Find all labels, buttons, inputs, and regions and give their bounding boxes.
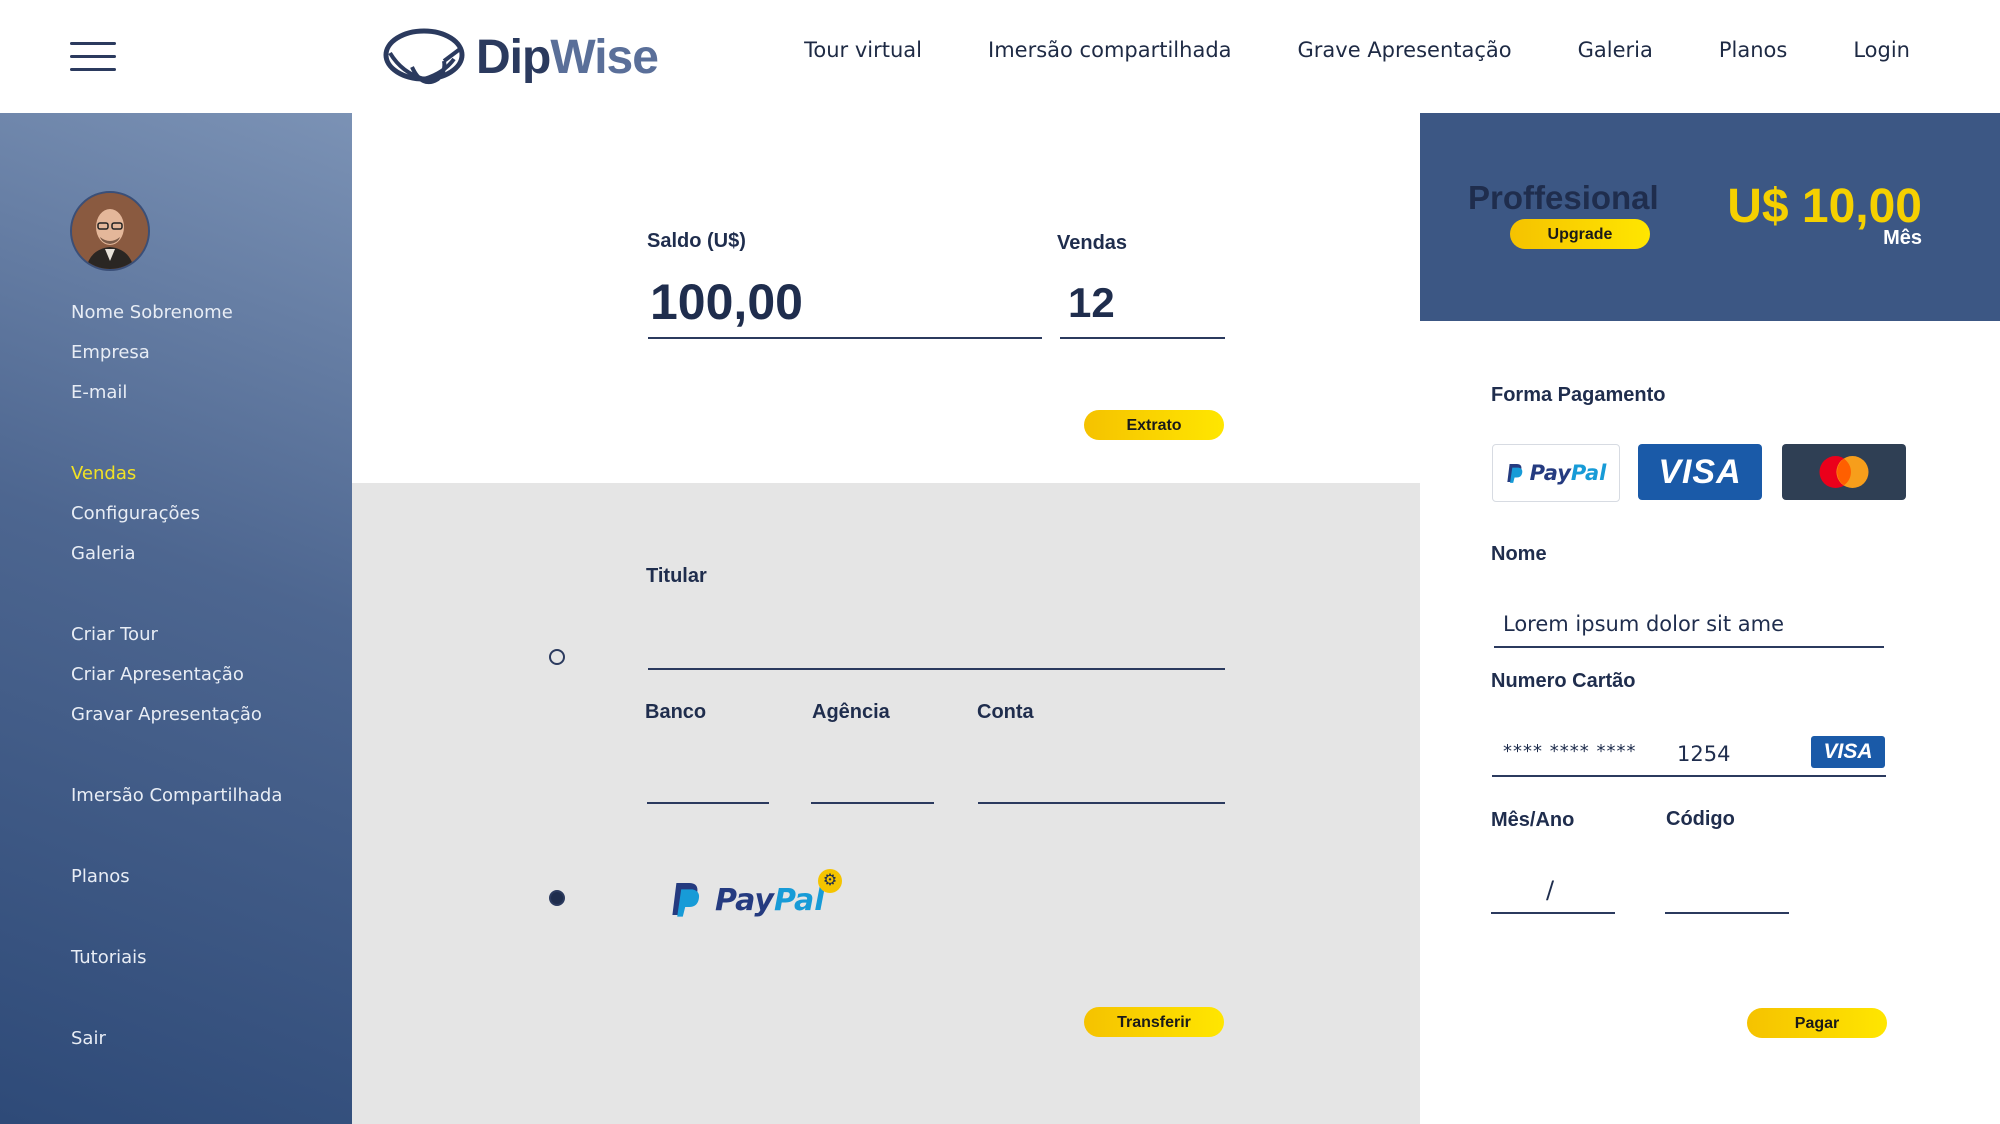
bank-input[interactable] [647, 802, 769, 804]
card-number-input[interactable] [1492, 775, 1886, 777]
agency-input[interactable] [811, 802, 934, 804]
nav-grave-apresentacao[interactable]: Grave Apresentação [1298, 38, 1512, 62]
name-input[interactable] [1494, 646, 1884, 648]
plan-period: Mês [1883, 227, 1922, 249]
avatar-photo [72, 193, 148, 269]
pay-button[interactable]: Pagar [1747, 1008, 1887, 1038]
logo-wordmark: DipWise [476, 30, 659, 85]
balance-label: Saldo (U$) [647, 230, 746, 252]
account-input[interactable] [978, 802, 1225, 804]
sidebar-item-tutoriais[interactable]: Tutoriais [71, 947, 147, 968]
sales-label: Vendas [1057, 232, 1128, 254]
expiry-separator: / [1546, 876, 1555, 904]
sidebar-item-criar-apresentacao[interactable]: Criar Apresentação [71, 664, 244, 685]
card-number-mask[interactable]: **** **** **** [1503, 741, 1636, 762]
transfer-panel: Titular Banco Agência Conta PayPal ⚙ Tra… [352, 483, 1420, 1124]
paypal-wordmark: PayPal [715, 883, 825, 918]
sales-value: 12 [1068, 279, 1115, 326]
balance-panel: Saldo (U$) 100,00 Vendas 12 Extrato [352, 113, 1420, 483]
bank-transfer-radio[interactable] [549, 649, 565, 665]
bank-label: Banco [645, 701, 707, 723]
sidebar-item-planos[interactable]: Planos [71, 866, 130, 887]
card-number-last4[interactable]: 1254 [1677, 742, 1730, 766]
holder-label: Titular [646, 565, 707, 587]
mastercard-method-button[interactable] [1782, 444, 1906, 500]
paypal-icon [672, 883, 700, 917]
nav-imersao-compartilhada[interactable]: Imersão compartilhada [988, 38, 1232, 62]
security-code-input[interactable] [1665, 912, 1789, 914]
holder-input[interactable] [648, 668, 1225, 670]
top-header: DipWise Tour virtual Imersão compartilha… [0, 0, 2000, 114]
profile-email: E-mail [71, 382, 128, 403]
logo-dip-text: Dip [476, 30, 551, 84]
plan-name: Proffesional [1468, 179, 1659, 216]
extrato-button[interactable]: Extrato [1084, 410, 1224, 440]
paypal-method-label: PayPal [1529, 461, 1607, 485]
profile-company: Empresa [71, 342, 150, 363]
balance-value: 100,00 [650, 274, 803, 330]
expiry-label: Mês/Ano [1491, 809, 1575, 831]
balance-underline [648, 337, 1042, 339]
sidebar-item-sair[interactable]: Sair [71, 1028, 106, 1049]
plan-price: U$ 10,00 [1727, 180, 1922, 233]
transfer-button[interactable]: Transferir [1084, 1007, 1224, 1037]
sidebar-item-criar-tour[interactable]: Criar Tour [71, 624, 158, 645]
logo-wise-text: Wise [550, 30, 659, 84]
mastercard-icon [1819, 455, 1869, 489]
sidebar-item-imersao-compartilhada[interactable]: Imersão Compartilhada [71, 785, 282, 806]
visa-method-button[interactable]: VISA [1638, 444, 1762, 500]
sidebar-item-vendas[interactable]: Vendas [71, 463, 136, 484]
payment-method-label: Forma Pagamento [1491, 384, 1666, 406]
nav-login[interactable]: Login [1853, 38, 1910, 62]
sidebar-item-configuracoes[interactable]: Configurações [71, 503, 200, 524]
settings-gear-icon[interactable]: ⚙ [818, 869, 842, 893]
paypal-radio[interactable] [549, 890, 565, 906]
profile-name: Nome Sobrenome [71, 302, 233, 323]
nav-planos[interactable]: Planos [1719, 38, 1787, 62]
account-label: Conta [977, 701, 1034, 723]
expiry-input[interactable] [1491, 912, 1615, 914]
name-label: Nome [1491, 543, 1547, 565]
logo-icon [383, 28, 465, 84]
paypal-small-icon [1507, 464, 1523, 483]
top-nav: Tour virtual Imersão compartilhada Grave… [738, 38, 1910, 62]
name-input-value[interactable]: Lorem ipsum dolor sit ame [1503, 612, 1784, 636]
payment-form: Forma Pagamento PayPal VISA Nome Lorem i… [1420, 321, 2000, 1124]
menu-icon[interactable] [70, 42, 116, 72]
avatar[interactable] [70, 191, 150, 271]
sidebar: Nome Sobrenome Empresa E-mail Vendas Con… [0, 113, 352, 1124]
paypal-option-logo[interactable]: PayPal ⚙ [670, 869, 842, 925]
plan-band: Proffesional Upgrade U$ 10,00 Mês [1420, 113, 2000, 321]
agency-label: Agência [812, 701, 890, 723]
sidebar-item-gravar-apresentacao[interactable]: Gravar Apresentação [71, 704, 262, 725]
logo[interactable]: DipWise [382, 22, 659, 92]
card-brand-badge: VISA [1811, 736, 1885, 768]
paypal-method-button[interactable]: PayPal [1492, 444, 1620, 502]
sales-underline [1060, 337, 1225, 339]
security-code-label: Código [1666, 808, 1735, 830]
upgrade-button[interactable]: Upgrade [1510, 219, 1650, 249]
nav-tour-virtual[interactable]: Tour virtual [804, 38, 922, 62]
sidebar-item-galeria[interactable]: Galeria [71, 543, 136, 564]
card-number-label: Numero Cartão [1491, 670, 1636, 692]
nav-galeria[interactable]: Galeria [1578, 38, 1653, 62]
visa-method-label: VISA [1658, 452, 1742, 491]
